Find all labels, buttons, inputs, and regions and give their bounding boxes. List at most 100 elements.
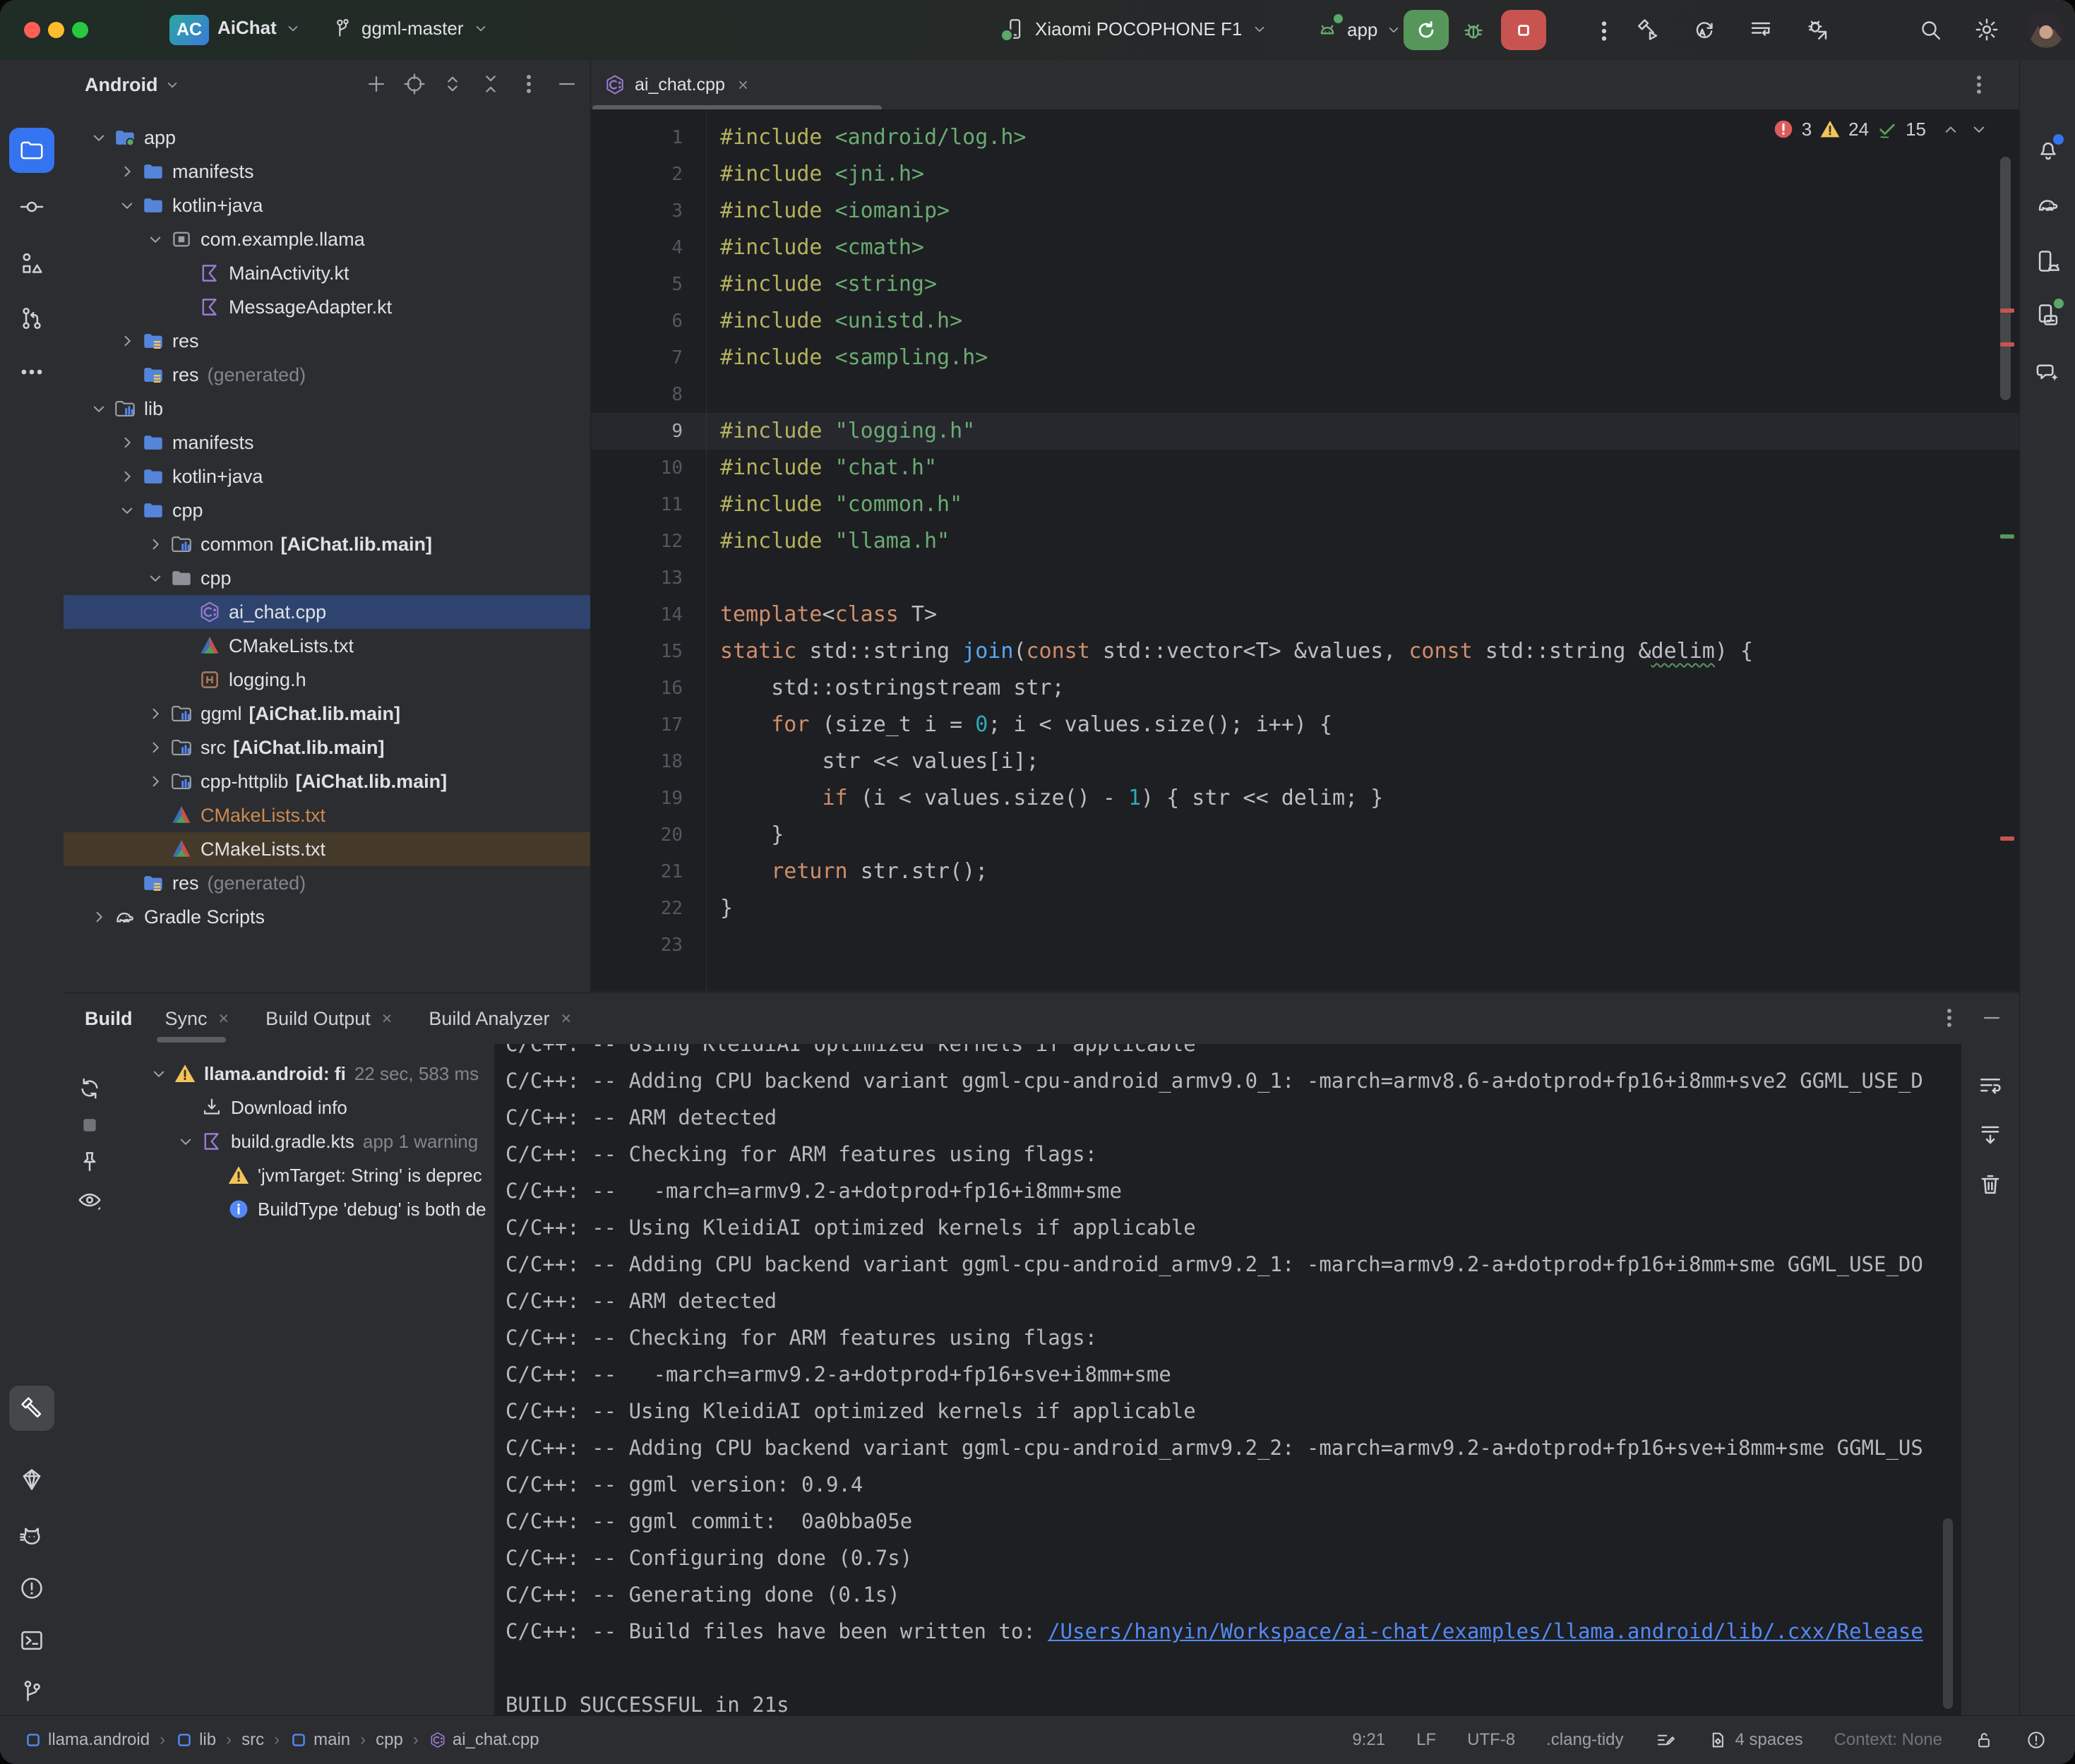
gemini-chat-button[interactable] [2035,359,2062,386]
chevron-right-icon[interactable] [141,703,169,724]
status-widget-4-spaces[interactable]: 4 spaces [1707,1729,1803,1751]
tree-item-res[interactable]: res(generated) [64,358,590,392]
tree-item-cpp[interactable]: cpp [64,561,590,595]
breadcrumb-lib[interactable]: lib [175,1730,216,1750]
code-line-16[interactable]: 16 std::ostringstream str; [591,670,2019,707]
tree-item-app[interactable]: app [64,121,590,155]
line-number[interactable]: 15 [591,633,708,670]
tree-item-common[interactable]: common[AiChat.lib.main] [64,527,590,561]
chevron-right-icon[interactable] [85,906,113,928]
code-area[interactable]: 3 24 15 1#include <android/log.h>2#inclu… [591,109,2019,992]
minimize-button[interactable] [48,22,64,38]
pull-requests-tool-button[interactable] [18,305,45,332]
code-line-13[interactable]: 13 [591,560,2019,596]
chevron-right-icon[interactable] [113,466,141,487]
stop-button[interactable] [1501,10,1546,50]
chevron-right-icon[interactable] [113,161,141,182]
tree-item-cmakelists-txt[interactable]: CMakeLists.txt [64,832,590,866]
editor-scrollbar[interactable] [2000,157,2011,400]
line-number[interactable]: 6 [591,303,708,340]
tree-item-mainactivity-kt[interactable]: MainActivity.kt [64,256,590,290]
chevron-right-icon[interactable] [141,771,169,792]
code-line-12[interactable]: 12#include "llama.h" [591,523,2019,560]
breadcrumb-src[interactable]: src [241,1730,264,1750]
expand-all-icon[interactable] [441,72,465,96]
line-number[interactable]: 19 [591,780,708,817]
project-tool-button[interactable] [9,128,54,173]
code-line-9[interactable]: 9#include "logging.h" [591,413,2019,450]
tree-item-cmakelists-txt[interactable]: CMakeLists.txt [64,798,590,832]
breadcrumb[interactable]: llama.android›lib›src›main›cpp›ai_chat.c… [24,1730,539,1750]
status-widget-9-21[interactable]: 9:21 [1352,1730,1385,1750]
error-stripe-mark[interactable] [2000,836,2014,841]
line-number[interactable]: 2 [591,156,708,193]
line-number[interactable]: 12 [591,523,708,560]
close-tab-icon[interactable]: × [219,1009,229,1029]
hide-icon[interactable] [1980,1006,2004,1030]
gradle-tool-button[interactable] [2035,191,2062,218]
commit-tool-button[interactable] [18,193,45,220]
close-tab-icon[interactable]: × [382,1009,393,1029]
tree-item-cpp[interactable]: cpp [64,493,590,527]
debug-button[interactable] [1460,17,1487,44]
status-widget-utf-8[interactable]: UTF-8 [1467,1730,1515,1750]
soft-wrap-icon[interactable] [1977,1072,2004,1099]
branch-selector[interactable]: ggml-master [330,17,490,40]
line-number[interactable]: 16 [591,670,708,707]
console-link[interactable]: /Users/hanyin/Workspace/ai-chat/examples… [1048,1619,1923,1643]
plus-icon[interactable] [364,72,388,96]
chevron-down-icon[interactable] [141,568,169,589]
chevron-down-icon[interactable] [113,195,141,216]
line-number[interactable]: 5 [591,266,708,303]
more-tool-windows-button[interactable] [18,359,45,385]
code-line-17[interactable]: 17 for (size_t i = 0; i < values.size();… [591,707,2019,743]
breadcrumb-llama-android[interactable]: llama.android [24,1730,150,1750]
chevron-right-icon[interactable] [141,737,169,758]
code-line-6[interactable]: 6#include <unistd.h> [591,303,2019,340]
status-widget--clang-tidy[interactable]: .clang-tidy [1546,1730,1623,1750]
prev-issue-icon[interactable] [1940,119,1961,140]
line-number[interactable]: 17 [591,707,708,743]
tree-item-com-example-llama[interactable]: com.example.llama [64,222,590,256]
logcat-tool-button[interactable] [18,1523,45,1549]
tree-item-manifests[interactable]: manifests [64,426,590,460]
build-tab-build-analyzer[interactable]: Build Analyzer× [429,993,571,1044]
line-number[interactable]: 14 [591,596,708,633]
app-quality-insights-button[interactable] [18,1466,45,1493]
more-run-options-button[interactable] [1591,18,1617,44]
tree-item--jvmtarget-string-is-deprec[interactable]: 'jvmTarget: String' is deprec [116,1158,494,1192]
line-number[interactable]: 8 [591,376,708,413]
tab-ai-chat-cpp[interactable]: ai_chat.cpp × [591,60,763,109]
status-widget-context-none[interactable]: Context: None [1834,1730,1942,1750]
chevron-right-icon[interactable] [141,534,169,555]
project-selector[interactable]: AiChat [217,17,302,39]
avatar[interactable] [2028,11,2064,48]
clear-all-icon[interactable] [1977,1171,2004,1198]
hide-icon[interactable] [555,72,579,96]
code-line-19[interactable]: 19 if (i < values.size() - 1) { str << d… [591,780,2019,817]
pin-icon[interactable] [76,1148,103,1175]
build-tool-button[interactable] [9,1386,54,1431]
code-line-22[interactable]: 22} [591,890,2019,927]
code-line-23[interactable]: 23 [591,927,2019,964]
breadcrumb-ai-chat-cpp[interactable]: ai_chat.cpp [429,1730,539,1750]
status-widget[interactable] [2026,1729,2047,1751]
tree-item-buildtype-debug-is-both-de[interactable]: BuildType 'debug' is both de [116,1192,494,1226]
close-tab-icon[interactable]: × [738,74,748,96]
tree-item-cpp-httplib[interactable]: cpp-httplib[AiChat.lib.main] [64,764,590,798]
eye-icon[interactable] [76,1187,103,1213]
tree-item-manifests[interactable]: manifests [64,155,590,188]
error-stripe-mark[interactable] [2000,308,2014,313]
chevron-right-icon[interactable] [113,330,141,352]
device-manager-button[interactable] [2035,248,2062,275]
collapse-all-icon[interactable] [479,72,503,96]
inspections-widget[interactable]: 3 24 15 [1772,118,1990,140]
build-tab-build-output[interactable]: Build Output× [265,993,392,1044]
tree-item-ggml[interactable]: ggml[AiChat.lib.main] [64,697,590,731]
terminal-tool-button[interactable] [18,1627,45,1654]
problems-tool-button[interactable] [18,1575,45,1602]
line-number[interactable]: 3 [591,193,708,229]
code-line-21[interactable]: 21 return str.str(); [591,853,2019,890]
line-number[interactable]: 11 [591,486,708,523]
chevron-right-icon[interactable] [113,432,141,453]
